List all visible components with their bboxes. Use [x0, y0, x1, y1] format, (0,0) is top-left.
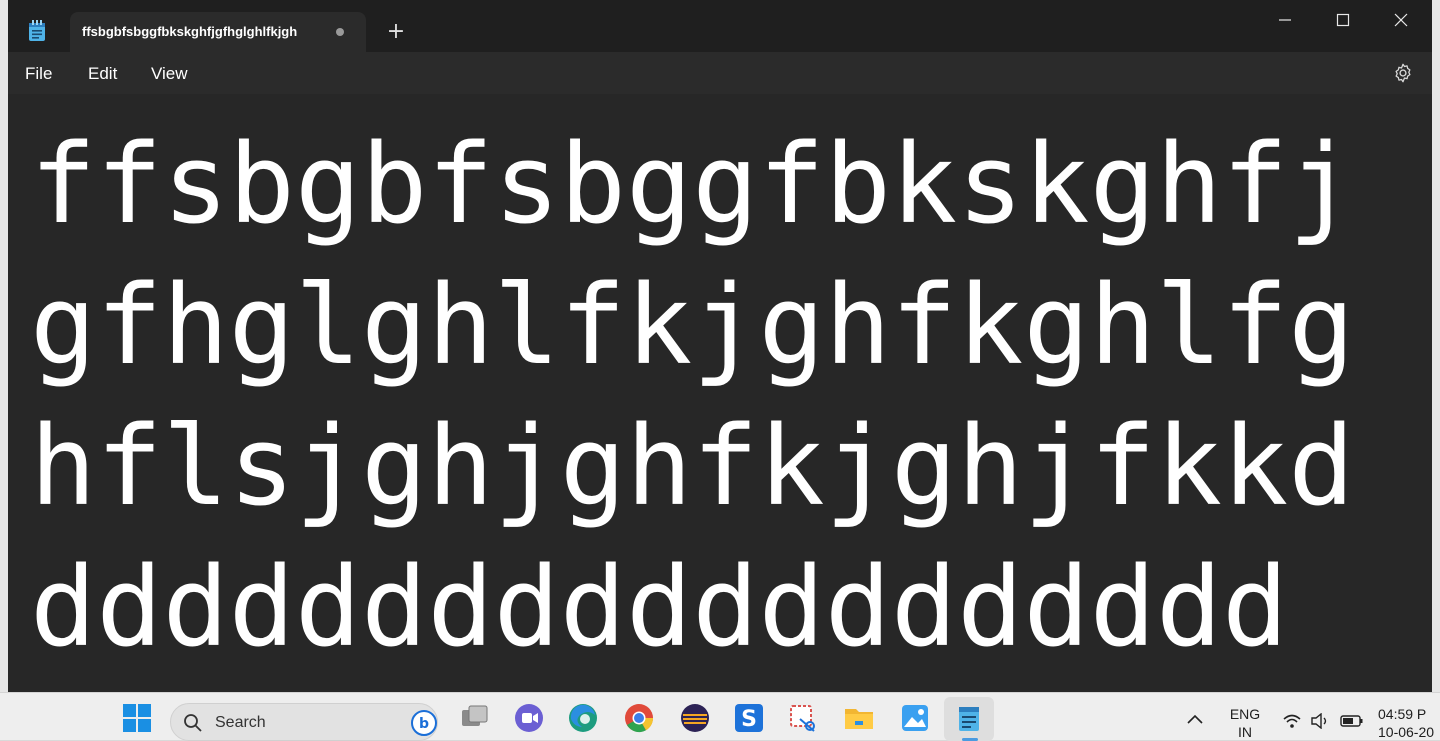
menu-view[interactable]: View	[151, 64, 188, 84]
svg-text:b: b	[419, 716, 429, 732]
menu-file[interactable]: File	[25, 64, 52, 84]
battery-icon[interactable]	[1340, 713, 1364, 729]
menu-bar: File Edit View	[8, 52, 1432, 94]
new-tab-button[interactable]: +	[384, 20, 408, 44]
language-code: ENG	[1229, 706, 1261, 722]
clock-date: 10-06-20	[1378, 724, 1435, 740]
clock-time: 04:59 P	[1378, 706, 1427, 722]
minimize-button[interactable]	[1256, 0, 1314, 40]
document-tab[interactable]: ffsbgbfsbggfbkskghfjgfhglghlfkjgh	[70, 12, 366, 52]
notepad-window: ffsbgbfsbggfbkskghfjgfhglghlfkjgh + File…	[8, 0, 1432, 692]
teams-chat-icon[interactable]	[512, 701, 546, 735]
editor-content[interactable]: ffsbgbfsbggfbkskghfjgfhglghlfkjghfkghlfg…	[30, 114, 1370, 678]
chrome-icon[interactable]	[622, 701, 656, 735]
photos-icon[interactable]	[898, 701, 932, 735]
edge-icon[interactable]	[566, 701, 600, 735]
show-hidden-icons-chevron-icon[interactable]	[1186, 713, 1204, 725]
search-icon	[184, 714, 202, 732]
maximize-button[interactable]	[1314, 0, 1372, 40]
start-icon[interactable]	[120, 701, 154, 735]
wifi-icon[interactable]	[1282, 713, 1302, 729]
taskbar: Search b S ENG IN 04:59 P 10-06-20	[0, 692, 1440, 741]
minimize-icon	[1279, 19, 1291, 21]
taskbar-search-box[interactable]: Search b	[170, 703, 438, 741]
snipping-tool-icon[interactable]	[786, 701, 820, 735]
sourcetree-icon[interactable]: S	[732, 701, 766, 735]
language-region: IN	[1238, 724, 1252, 740]
settings-gear-icon[interactable]	[1392, 62, 1414, 84]
search-label: Search	[215, 714, 266, 731]
language-indicator[interactable]: ENG IN	[1226, 705, 1264, 741]
text-editor-area[interactable]: ffsbgbfsbggfbkskghfjgfhglghlfkjghfkghlfg…	[8, 94, 1432, 692]
svg-text:S: S	[741, 707, 757, 732]
notepad-icon[interactable]	[952, 701, 986, 735]
title-bar: ffsbgbfsbggfbkskghfjgfhglghlfkjgh +	[8, 0, 1432, 52]
menu-edit[interactable]: Edit	[88, 64, 117, 84]
close-icon	[1394, 13, 1408, 27]
tab-title: ffsbgbfsbggfbkskghfjgfhglghlfkjgh	[82, 24, 298, 39]
maximize-icon	[1336, 13, 1350, 27]
task-view-icon[interactable]	[458, 701, 492, 735]
notepad-app-icon	[29, 20, 45, 41]
file-explorer-icon[interactable]	[842, 701, 876, 735]
volume-icon[interactable]	[1310, 713, 1330, 729]
system-clock[interactable]: 04:59 P 10-06-20	[1378, 705, 1434, 741]
close-button[interactable]	[1372, 0, 1430, 40]
eclipse-icon[interactable]	[678, 701, 712, 735]
copilot-bing-icon[interactable]: b	[411, 710, 437, 736]
unsaved-indicator-icon[interactable]	[336, 28, 344, 36]
